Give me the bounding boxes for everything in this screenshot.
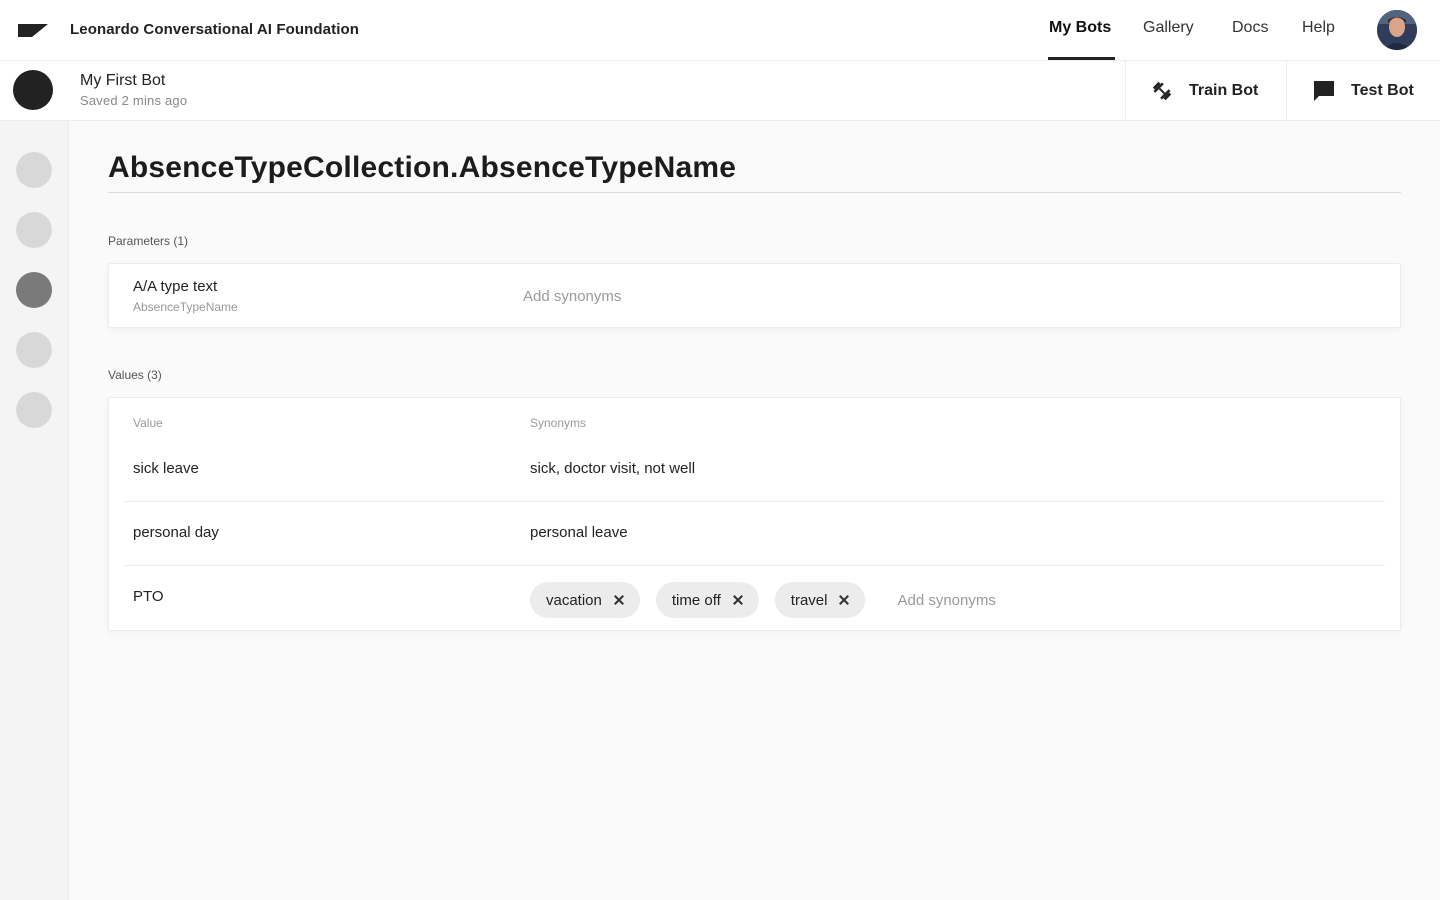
top-nav: Leonardo Conversational AI Foundation My… xyxy=(0,0,1440,61)
table-row[interactable]: PTO vacation time off travel xyxy=(125,566,1385,630)
row-value[interactable]: sick leave xyxy=(133,460,199,477)
dumbbell-icon xyxy=(1152,81,1172,101)
parameter-id: AbsenceTypeName xyxy=(133,300,238,314)
test-bot-button[interactable]: Test Bot xyxy=(1286,61,1440,121)
chat-bubble-icon xyxy=(1314,81,1334,101)
table-row[interactable]: sick leave sick, doctor visit, not well xyxy=(125,438,1385,502)
values-card: Value Synonyms sick leave sick, doctor v… xyxy=(108,397,1401,631)
user-avatar-icon xyxy=(1377,10,1417,50)
synonyms-column-header: Synonyms xyxy=(530,416,587,430)
train-bot-button[interactable]: Train Bot xyxy=(1125,61,1286,121)
sidebar-item-3[interactable] xyxy=(16,272,52,308)
nav-help[interactable]: Help xyxy=(1302,19,1335,37)
add-synonyms-input[interactable] xyxy=(897,586,1198,614)
synonym-chip[interactable]: vacation xyxy=(530,582,640,618)
bot-name[interactable]: My First Bot xyxy=(80,72,165,90)
page-title: AbsenceTypeCollection.AbsenceTypeName xyxy=(108,151,737,184)
close-icon[interactable] xyxy=(839,595,849,605)
brand-title[interactable]: Leonardo Conversational AI Foundation xyxy=(70,21,359,38)
synonym-chips: vacation time off travel xyxy=(530,582,1198,618)
close-icon[interactable] xyxy=(733,595,743,605)
logo-icon[interactable] xyxy=(18,24,48,37)
row-value[interactable]: PTO xyxy=(133,588,164,605)
synonym-chip[interactable]: time off xyxy=(655,582,759,618)
active-nav-indicator xyxy=(1048,57,1115,60)
values-label: Values (3) xyxy=(108,368,162,382)
table-row[interactable]: personal day personal leave xyxy=(125,502,1385,566)
row-synonyms[interactable]: personal leave xyxy=(530,524,628,541)
bot-avatar[interactable] xyxy=(13,70,53,110)
nav-my-bots[interactable]: My Bots xyxy=(1049,19,1111,37)
user-avatar[interactable] xyxy=(1377,10,1417,50)
parameter-synonyms-input[interactable] xyxy=(523,282,1123,310)
row-synonyms[interactable]: sick, doctor visit, not well xyxy=(530,460,695,477)
nav-docs[interactable]: Docs xyxy=(1232,19,1268,37)
title-divider xyxy=(108,192,1401,193)
bot-saved-status: Saved 2 mins ago xyxy=(80,93,188,108)
sidebar-item-1[interactable] xyxy=(16,152,52,188)
value-column-header: Value xyxy=(133,416,163,430)
train-bot-label: Train Bot xyxy=(1189,82,1259,99)
bot-bar: My First Bot Saved 2 mins ago Train Bot … xyxy=(0,61,1440,121)
parameter-name: A/A type text xyxy=(133,278,218,295)
sidebar-item-4[interactable] xyxy=(16,332,52,368)
sidebar xyxy=(0,121,69,900)
synonym-chip[interactable]: travel xyxy=(774,582,866,618)
chip-label: time off xyxy=(671,591,721,609)
chip-label: travel xyxy=(790,591,828,609)
chip-label: vacation xyxy=(546,591,602,609)
nav-gallery[interactable]: Gallery xyxy=(1143,19,1194,37)
parameters-label: Parameters (1) xyxy=(108,234,189,248)
close-icon[interactable] xyxy=(614,595,624,605)
row-value[interactable]: personal day xyxy=(133,524,219,541)
parameters-card: A/A type text AbsenceTypeName xyxy=(108,263,1401,328)
sidebar-item-2[interactable] xyxy=(16,212,52,248)
sidebar-item-5[interactable] xyxy=(16,392,52,428)
test-bot-label: Test Bot xyxy=(1351,82,1414,99)
